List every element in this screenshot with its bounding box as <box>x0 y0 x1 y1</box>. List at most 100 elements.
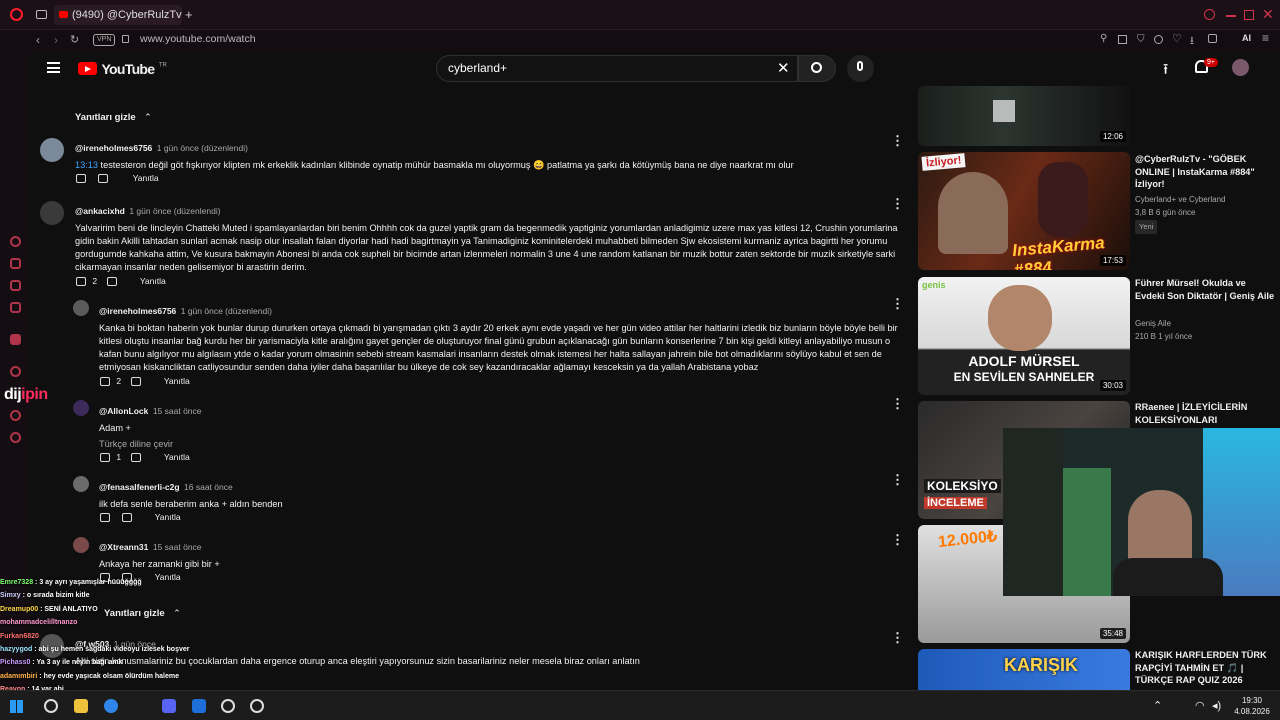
opera-logo-icon[interactable] <box>10 8 23 21</box>
voice-search-button[interactable] <box>847 55 874 82</box>
minimize-button[interactable] <box>1226 15 1236 17</box>
tab-youtube[interactable]: (9490) @CyberRulzTv - YE <box>54 5 182 25</box>
network-icon[interactable]: ◠ <box>1195 699 1205 712</box>
volume-icon[interactable]: ◂) <box>1212 699 1221 712</box>
sidebar-player-icon[interactable] <box>10 366 21 377</box>
video-thumbnail[interactable]: KARIŞIK <box>918 649 1130 690</box>
screenshot-icon[interactable] <box>1154 35 1163 44</box>
comment-menu-icon[interactable]: ⋮ <box>891 397 904 410</box>
avatar[interactable] <box>73 400 89 416</box>
comment-menu-icon[interactable]: ⋮ <box>891 473 904 486</box>
avatar[interactable] <box>73 300 89 316</box>
reply-button[interactable]: Yanıtla <box>140 276 166 286</box>
sidebar-twitch-icon[interactable] <box>10 334 21 345</box>
reload-icon[interactable]: ↻ <box>70 33 79 46</box>
sidebar-crypto-icon[interactable] <box>10 258 21 269</box>
video-title[interactable]: Führer Mürsel! Okulda ve Evdeki Son Dikt… <box>1135 277 1277 302</box>
app-taskbar-icon[interactable] <box>192 699 206 713</box>
extensions-icon[interactable] <box>1208 34 1217 43</box>
comment-timestamp-link[interactable]: 13:13 <box>75 160 98 170</box>
file-explorer-icon[interactable] <box>74 699 88 713</box>
dislike-icon[interactable] <box>131 453 142 463</box>
browser-taskbar-icon[interactable] <box>104 699 118 713</box>
search-input[interactable]: cyberland+ <box>436 55 798 82</box>
video-title[interactable]: RRaenee | İZLEYİCİLERİN KOLEKSİYONLARI <box>1135 401 1277 426</box>
sidebar-whatsapp-icon[interactable] <box>10 302 21 313</box>
tab-switcher-icon[interactable] <box>36 10 47 19</box>
comment-menu-icon[interactable]: ⋮ <box>891 631 904 644</box>
video-thumbnail[interactable]: İzliyor! InstaKarma #884 17:53 <box>918 152 1130 270</box>
comment-menu-icon[interactable]: ⋮ <box>891 533 904 546</box>
reply-button[interactable]: Yanıtla <box>164 376 190 386</box>
comment-time[interactable]: 15 saat önce <box>153 542 202 552</box>
translate-link[interactable]: Türkçe diline çevir <box>99 438 799 451</box>
start-button[interactable] <box>10 700 23 713</box>
new-tab-button[interactable]: + <box>185 8 193 21</box>
back-icon[interactable]: ‹ <box>36 33 40 47</box>
clear-search-icon[interactable]: ✕ <box>777 59 790 77</box>
dislike-icon[interactable] <box>98 174 109 184</box>
comment-author[interactable]: @ireneholmes6756 <box>75 143 152 153</box>
search-taskbar-icon[interactable] <box>44 699 58 713</box>
pin-icon[interactable]: ⚲ <box>1100 33 1107 44</box>
avatar[interactable] <box>73 476 89 492</box>
dislike-icon[interactable] <box>107 277 118 287</box>
heart-icon[interactable]: ♡ <box>1172 32 1182 45</box>
account-avatar[interactable] <box>1232 59 1249 76</box>
comment-menu-icon[interactable]: ⋮ <box>891 197 904 210</box>
avatar[interactable] <box>40 138 64 162</box>
dislike-icon[interactable] <box>122 513 133 523</box>
sidebar-aria-icon[interactable] <box>10 236 21 247</box>
discord-taskbar-icon[interactable] <box>162 699 176 713</box>
upload-icon[interactable]: ⭱ <box>1163 59 1168 84</box>
aria-ai-button[interactable]: AI <box>1242 33 1251 43</box>
comment-menu-icon[interactable]: ⋮ <box>891 297 904 310</box>
dislike-icon[interactable] <box>131 377 142 387</box>
comment-author[interactable]: @Xtreann31 <box>99 542 148 552</box>
comment-time[interactable]: 1 gün önce (düzenlendi) <box>181 306 272 316</box>
youtube-logo[interactable]: YouTube TR <box>78 60 167 78</box>
hamburger-menu-icon[interactable] <box>47 62 60 73</box>
lock-icon[interactable] <box>122 35 129 43</box>
maximize-button[interactable] <box>1244 10 1254 20</box>
reply-button[interactable]: Yanıtla <box>133 173 159 183</box>
vpn-badge[interactable]: VPN <box>93 34 116 46</box>
reply-button[interactable]: Yanıtla <box>164 452 190 462</box>
comment-time[interactable]: 1 gün önce (düzenlendi) <box>157 143 248 153</box>
comment-author[interactable]: @AllonLock <box>99 406 148 416</box>
comment-author[interactable]: @ireneholmes6756 <box>99 306 176 316</box>
sidebar-settings-icon[interactable] <box>10 432 21 443</box>
channel-name[interactable]: Geniş Aile <box>1135 318 1277 330</box>
tray-chevron-icon[interactable]: ⌃ <box>1153 699 1162 712</box>
search-button[interactable] <box>798 55 836 82</box>
close-window-button[interactable]: ✕ <box>1262 6 1274 23</box>
avatar[interactable] <box>40 201 64 225</box>
video-title[interactable]: @CyberRulzTv - "GÖBEK ONLINE | InstaKarm… <box>1135 153 1277 191</box>
reply-button[interactable]: Yanıtla <box>155 512 181 522</box>
opera-taskbar-icon[interactable] <box>250 699 264 713</box>
sidebar-messenger-icon[interactable] <box>10 280 21 291</box>
video-thumbnail[interactable]: 12:06 <box>918 86 1130 146</box>
avatar[interactable] <box>73 537 89 553</box>
hide-replies-toggle-top[interactable]: Yanıtları gizle ⌃ <box>75 107 152 125</box>
like-icon[interactable] <box>100 377 110 387</box>
shield-icon[interactable]: ⛉ <box>1137 34 1145 45</box>
video-title[interactable]: KARIŞIK HARFLERDEN TÜRK RAPÇİYİ TAHMİN E… <box>1135 649 1277 687</box>
like-icon[interactable] <box>100 453 110 463</box>
steam-taskbar-icon[interactable] <box>221 699 235 713</box>
like-icon[interactable] <box>100 513 110 523</box>
forward-icon[interactable]: › <box>54 33 58 47</box>
snapshot-icon[interactable] <box>1118 35 1127 44</box>
search-tabs-icon[interactable] <box>1204 9 1215 20</box>
url-field[interactable]: www.youtube.com/watch <box>140 33 256 45</box>
comment-author[interactable]: @fenasalfenerli-c2g <box>99 482 180 492</box>
clock[interactable]: 19:30 4.08.2026 <box>1232 695 1272 717</box>
comment-time[interactable]: 1 gün önce (düzenlendi) <box>129 206 220 216</box>
video-thumbnail[interactable]: genis ADOLF MÜRSEL EN SEVİLEN SAHNELER 3… <box>918 277 1130 395</box>
download-icon[interactable]: ⭳ <box>1190 32 1194 51</box>
sidebar-history-icon[interactable] <box>10 410 21 421</box>
like-icon[interactable] <box>76 277 86 287</box>
menu-icon[interactable]: ≡ <box>1262 31 1269 45</box>
comment-menu-icon[interactable]: ⋮ <box>891 134 904 147</box>
like-icon[interactable] <box>76 174 86 184</box>
